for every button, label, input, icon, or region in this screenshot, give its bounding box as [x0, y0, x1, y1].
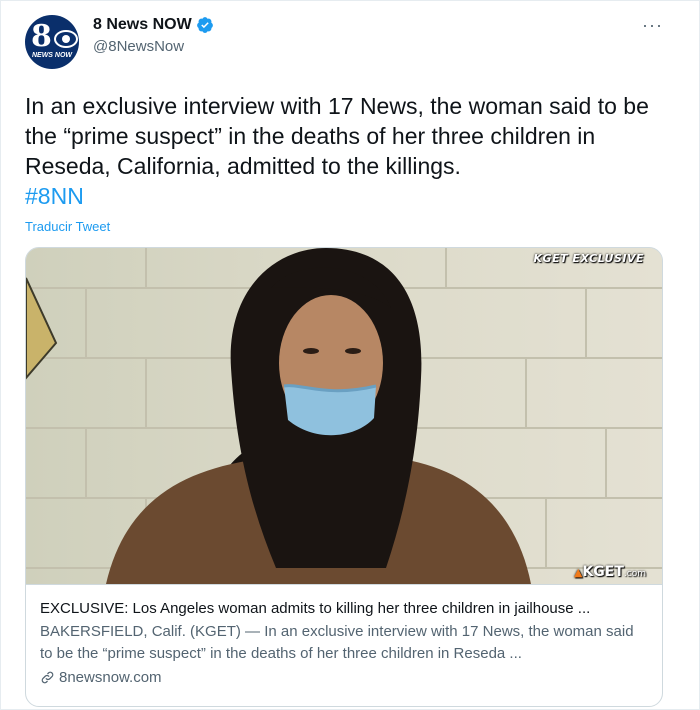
author-name-row[interactable]: 8 News NOW [93, 16, 214, 34]
author-display-name[interactable]: 8 News NOW [93, 16, 192, 34]
hashtag-link[interactable]: #8NN [25, 181, 675, 211]
kget-logo-suffix: .com [623, 569, 646, 579]
tweet-body: In an exclusive interview with 17 News, … [25, 93, 649, 179]
tweet-container: 8 NEWS NOW 8 News NOW @8NewsNow ··· In a… [0, 0, 700, 710]
tweet-text: In an exclusive interview with 17 News, … [25, 91, 675, 211]
card-title[interactable]: EXCLUSIVE: Los Angeles woman admits to k… [40, 599, 648, 619]
card-image[interactable]: KGET EXCLUSIVE ▲KGET.com [26, 248, 662, 584]
card-domain-row[interactable]: 8newsnow.com [40, 669, 648, 686]
avatar-logo-number: 8 [31, 19, 52, 54]
link-icon [41, 671, 54, 684]
card-domain[interactable]: 8newsnow.com [59, 669, 162, 686]
link-card[interactable]: KGET EXCLUSIVE ▲KGET.com EXCLUSIVE: Los … [25, 247, 663, 707]
avatar-logo-eye-icon [54, 30, 78, 48]
avatar[interactable]: 8 NEWS NOW [25, 15, 79, 69]
card-description: BAKERSFIELD, Calif. (KGET) — In an exclu… [40, 623, 634, 662]
card-photo-illustration [26, 248, 662, 584]
verified-badge-icon [196, 17, 213, 33]
kget-logo: ▲KGET.com [574, 564, 646, 580]
author-block: 8 News NOW @8NewsNow [93, 16, 214, 55]
kget-exclusive-tag: KGET EXCLUSIVE [533, 252, 644, 265]
card-body[interactable]: EXCLUSIVE: Los Angeles woman admits to k… [26, 584, 662, 686]
more-options-icon[interactable]: ··· [642, 15, 663, 36]
translate-tweet-link[interactable]: Traducir Tweet [25, 219, 110, 234]
kget-logo-text: KGET [582, 564, 624, 580]
author-handle[interactable]: @8NewsNow [93, 38, 214, 55]
avatar-logo-text: NEWS NOW [31, 52, 73, 59]
